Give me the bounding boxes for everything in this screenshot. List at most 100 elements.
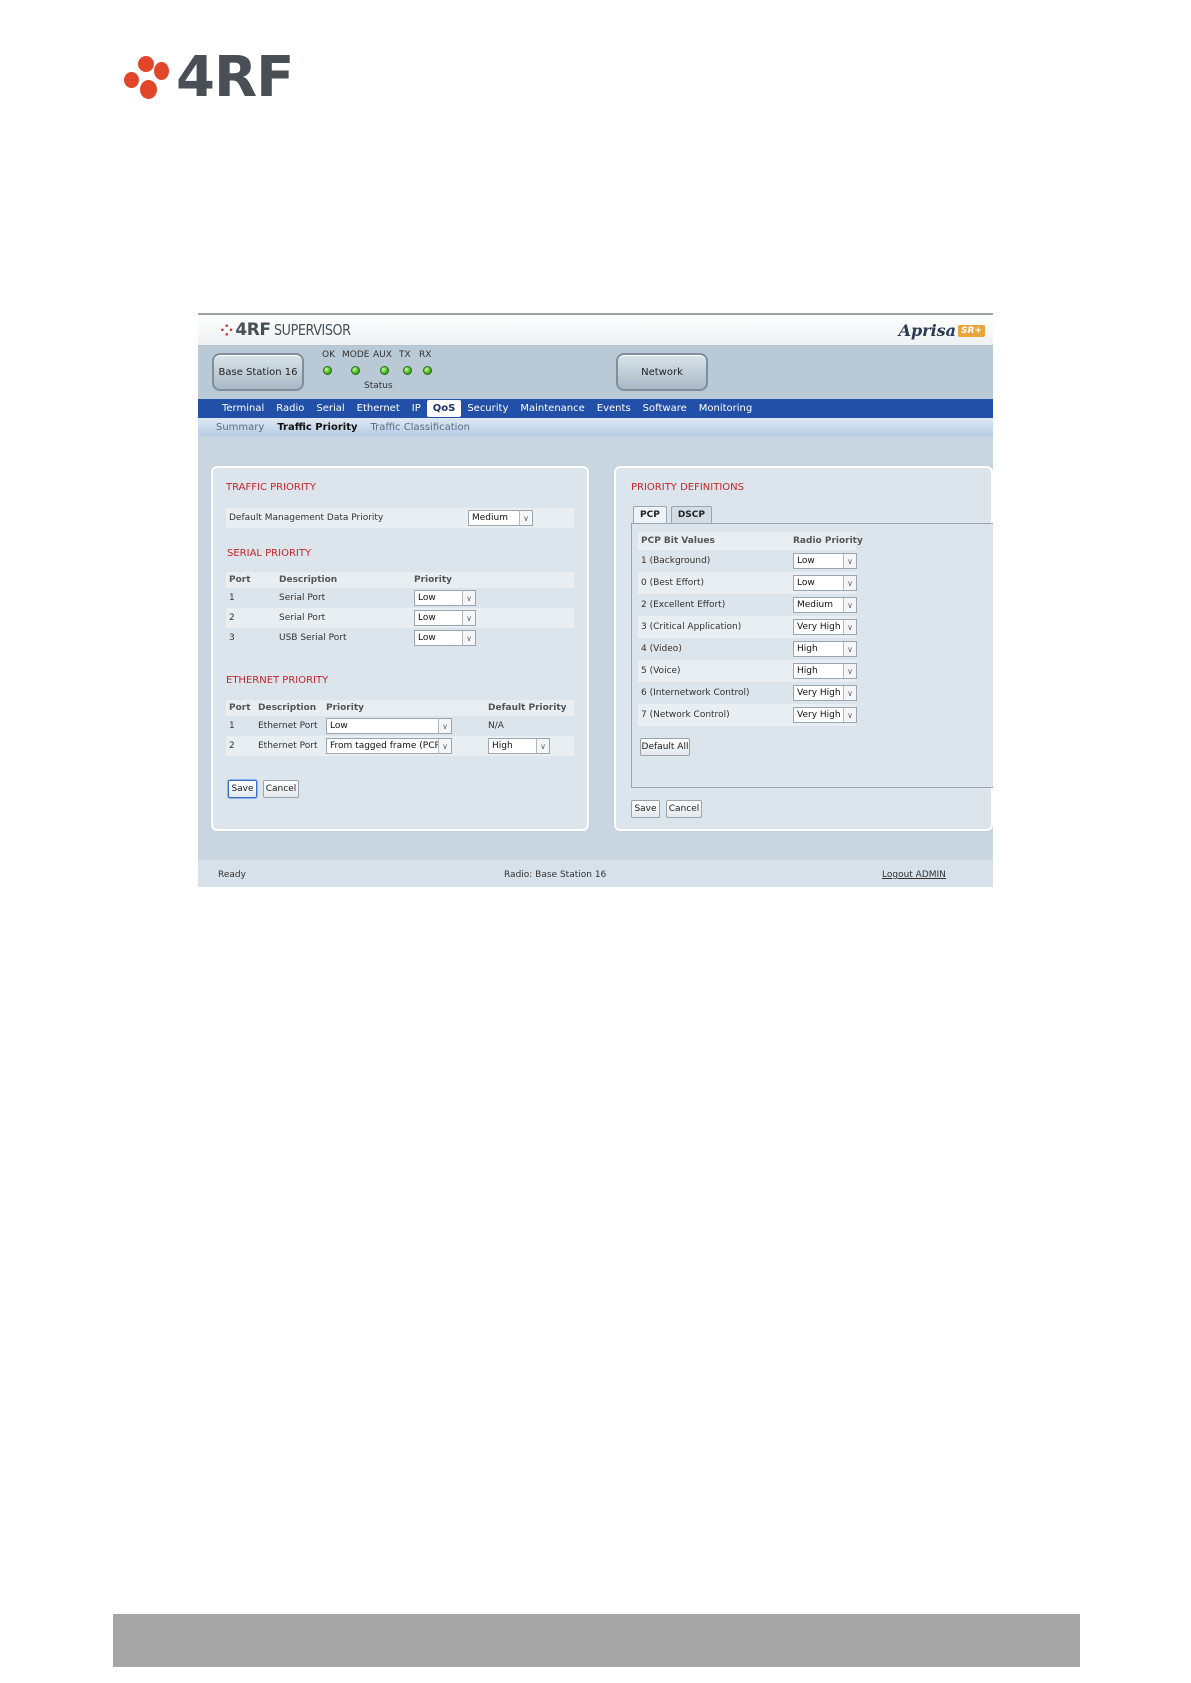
default-mgmt-value: Medium <box>472 513 508 523</box>
table-row: 1 Ethernet Port Low ∨ N/A <box>226 716 574 736</box>
pcp-bit-value: 1 (Background) <box>641 556 711 566</box>
table-row: 7 (Network Control) Very High ∨ <box>638 704 857 726</box>
serial-port-number: 3 <box>229 633 235 643</box>
led-label-rx: RX <box>419 350 432 360</box>
sub-nav: Summary Traffic Priority Traffic Classif… <box>198 418 993 436</box>
subnav-traffic-priority[interactable]: Traffic Priority <box>277 422 357 433</box>
col-description: Description <box>279 575 338 585</box>
radio-priority-value: High <box>797 644 818 654</box>
ethernet-default-priority-select[interactable]: High ∨ <box>488 738 550 754</box>
priority-definitions-panel: PRIORITY DEFINITIONS PCP DSCP PCP Bit Va… <box>614 466 993 831</box>
ethernet-table-header: Port Description Priority Default Priori… <box>226 700 574 716</box>
pcp-tab-content: PCP Bit Values Radio Priority 1 (Backgro… <box>631 523 993 788</box>
radio-priority-select[interactable]: Very High ∨ <box>793 685 857 701</box>
app-topbar: ⁘ 4RF SUPERVISOR Aprisa SR+ <box>198 315 993 346</box>
radio-priority-select[interactable]: Very High ∨ <box>793 707 857 723</box>
pcp-bit-value: 7 (Network Control) <box>641 710 730 720</box>
save-button[interactable]: Save <box>228 780 257 798</box>
nav-qos[interactable]: QoS <box>426 400 462 417</box>
subnav-traffic-classification[interactable]: Traffic Classification <box>371 422 470 433</box>
chevron-down-icon: ∨ <box>438 719 451 733</box>
nav-monitoring[interactable]: Monitoring <box>693 400 758 417</box>
nav-security[interactable]: Security <box>461 400 514 417</box>
chevron-down-icon: ∨ <box>843 708 856 722</box>
table-row: 2 Serial Port Low ∨ <box>226 608 574 628</box>
default-all-button[interactable]: Default All <box>640 738 690 756</box>
nav-software[interactable]: Software <box>637 400 693 417</box>
ethernet-priority-title: ETHERNET PRIORITY <box>226 675 329 686</box>
radio-priority-select[interactable]: High ∨ <box>793 641 857 657</box>
ethernet-default-priority: N/A <box>488 721 504 731</box>
save-button[interactable]: Save <box>631 800 660 818</box>
station-button[interactable]: Base Station 16 <box>212 353 304 391</box>
pcp-bit-value: 6 (Internetwork Control) <box>641 688 750 698</box>
serial-priority-select[interactable]: Low ∨ <box>414 610 476 626</box>
supervisor-window: ⁘ 4RF SUPERVISOR Aprisa SR+ Base Station… <box>198 313 993 887</box>
nav-serial[interactable]: Serial <box>310 400 350 417</box>
serial-priority-value: Low <box>418 633 436 643</box>
serial-port-number: 2 <box>229 613 235 623</box>
radio-priority-select[interactable]: Medium ∨ <box>793 597 857 613</box>
chevron-down-icon: ∨ <box>438 739 451 753</box>
nav-events[interactable]: Events <box>591 400 637 417</box>
pcp-bit-value: 2 (Excellent Effort) <box>641 600 726 610</box>
ethernet-port-number: 2 <box>229 741 235 751</box>
priority-definitions-title: PRIORITY DEFINITIONS <box>631 482 744 493</box>
serial-port-description: USB Serial Port <box>279 633 347 643</box>
radio-priority-value: Low <box>797 578 815 588</box>
ethernet-priority-value: From tagged frame (PCP) <box>330 741 444 751</box>
ethernet-priority-select[interactable]: From tagged frame (PCP) ∨ <box>326 738 452 754</box>
serial-priority-select[interactable]: Low ∨ <box>414 590 476 606</box>
led-label-aux: AUX <box>373 350 392 360</box>
nav-ethernet[interactable]: Ethernet <box>351 400 406 417</box>
col-radio-priority: Radio Priority <box>793 536 863 546</box>
nav-maintenance[interactable]: Maintenance <box>514 400 590 417</box>
ethernet-priority-value: Low <box>330 721 348 731</box>
pcp-table-header: PCP Bit Values Radio Priority <box>638 532 863 550</box>
tab-dscp[interactable]: DSCP <box>670 506 712 523</box>
traffic-priority-panel: TRAFFIC PRIORITY Default Management Data… <box>211 466 589 831</box>
chevron-down-icon: ∨ <box>519 511 532 525</box>
chevron-down-icon: ∨ <box>536 739 549 753</box>
serial-priority-value: Low <box>418 593 436 603</box>
cancel-button[interactable]: Cancel <box>263 780 299 798</box>
nav-ip[interactable]: IP <box>406 400 427 417</box>
col-pcp-bit-values: PCP Bit Values <box>641 536 715 546</box>
table-row: 3 USB Serial Port Low ∨ <box>226 628 574 648</box>
radio-priority-select[interactable]: High ∨ <box>793 663 857 679</box>
tab-pcp[interactable]: PCP <box>633 506 667 523</box>
logo-text: SUPERVISOR <box>274 321 352 339</box>
serial-priority-select[interactable]: Low ∨ <box>414 630 476 646</box>
pcp-bit-value: 4 (Video) <box>641 644 682 654</box>
serial-priority-value: Low <box>418 613 436 623</box>
default-mgmt-row: Default Management Data Priority Medium … <box>226 508 574 528</box>
pcp-bit-value: 3 (Critical Application) <box>641 622 742 632</box>
ethernet-default-priority-value: High <box>492 741 513 751</box>
table-row: 4 (Video) High ∨ <box>638 638 857 660</box>
radio-priority-select[interactable]: Low ∨ <box>793 553 857 569</box>
cancel-button[interactable]: Cancel <box>666 800 702 818</box>
table-row: 3 (Critical Application) Very High ∨ <box>638 616 857 638</box>
supervisor-logo: ⁘ 4RF SUPERVISOR <box>220 320 365 340</box>
page-logo: 4RF <box>124 50 294 106</box>
default-mgmt-select[interactable]: Medium ∨ <box>468 510 533 526</box>
subnav-summary[interactable]: Summary <box>216 422 264 433</box>
chevron-down-icon: ∨ <box>462 611 475 625</box>
network-button[interactable]: Network <box>616 353 708 391</box>
radio-priority-select[interactable]: Very High ∨ <box>793 619 857 635</box>
serial-port-description: Serial Port <box>279 613 326 623</box>
chevron-down-icon: ∨ <box>843 620 856 634</box>
chevron-down-icon: ∨ <box>843 598 856 612</box>
table-row: 2 (Excellent Effort) Medium ∨ <box>638 594 857 616</box>
ethernet-priority-select[interactable]: Low ∨ <box>326 718 452 734</box>
logo-dots-icon <box>124 54 170 102</box>
chevron-down-icon: ∨ <box>843 554 856 568</box>
logout-link[interactable]: Logout ADMIN <box>882 870 946 880</box>
radio-priority-select[interactable]: Low ∨ <box>793 575 857 591</box>
radio-name-text: Radio: Base Station 16 <box>504 870 607 880</box>
col-default-priority: Default Priority <box>488 703 567 713</box>
status-bar: Ready Radio: Base Station 16 Logout ADMI… <box>198 860 993 887</box>
nav-radio[interactable]: Radio <box>270 400 310 417</box>
led-rx-icon <box>423 366 432 375</box>
nav-terminal[interactable]: Terminal <box>216 400 270 417</box>
